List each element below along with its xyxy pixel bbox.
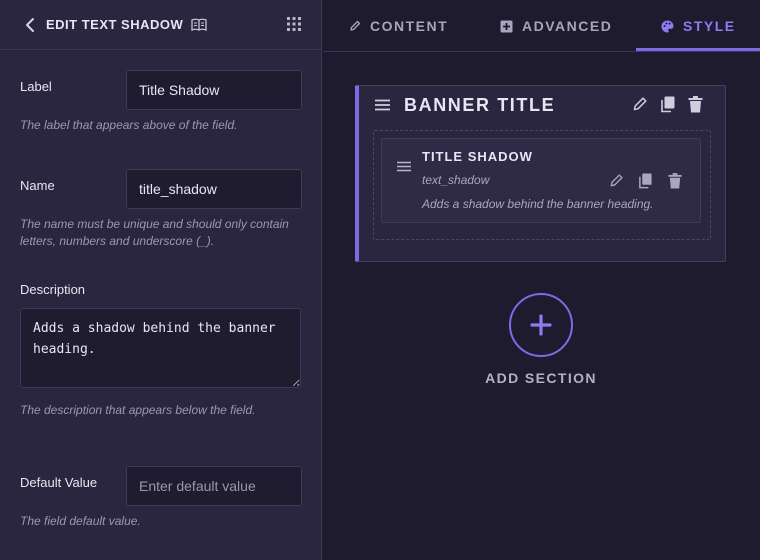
- tab-advanced-label: ADVANCED: [522, 18, 613, 34]
- field-edit-icon[interactable]: [609, 173, 624, 193]
- active-tab-indicator: [636, 48, 760, 51]
- tab-content-label: CONTENT: [370, 18, 449, 34]
- label-help-text: The label that appears above of the fiel…: [20, 118, 238, 132]
- description-field-label: Description: [20, 282, 86, 297]
- name-field-label: Name: [20, 178, 55, 193]
- add-section-label[interactable]: ADD SECTION: [470, 370, 612, 386]
- tab-advanced[interactable]: ADVANCED: [500, 0, 612, 52]
- tab-style-label: STYLE: [683, 18, 736, 34]
- field-trash-icon[interactable]: [668, 173, 682, 194]
- label-input[interactable]: [126, 70, 302, 110]
- field-card-description: Adds a shadow behind the banner heading.: [422, 197, 654, 211]
- description-textarea[interactable]: Adds a shadow behind the banner heading.: [20, 308, 301, 388]
- pencil-icon: [350, 20, 361, 31]
- field-drag-handle-icon[interactable]: [397, 159, 411, 177]
- panel-header: EDIT TEXT SHADOW: [0, 0, 321, 50]
- grid-icon[interactable]: [287, 17, 301, 36]
- tab-style[interactable]: STYLE: [661, 0, 736, 52]
- add-section-button[interactable]: [509, 293, 573, 357]
- chevron-left-icon[interactable]: [20, 15, 40, 35]
- label-field-label: Label: [20, 79, 52, 94]
- book-icon[interactable]: [191, 18, 207, 32]
- field-card-name: text_shadow: [422, 173, 490, 187]
- field-copy-icon[interactable]: [638, 173, 653, 194]
- builder-panel: CONTENT ADVANCED STYLE: [323, 0, 760, 560]
- field-editor-panel: EDIT TEXT SHADOW Label The label that ap…: [0, 0, 322, 560]
- panel-title: EDIT TEXT SHADOW: [46, 17, 184, 32]
- edit-icon[interactable]: [632, 96, 648, 117]
- copy-icon[interactable]: [660, 96, 676, 118]
- description-help-text: The description that appears below the f…: [20, 403, 256, 417]
- name-help-text: The name must be unique and should only …: [20, 217, 289, 248]
- drag-handle-icon[interactable]: [375, 98, 390, 116]
- trash-icon[interactable]: [688, 96, 703, 118]
- default-value-input[interactable]: [126, 466, 302, 506]
- default-value-label: Default Value: [20, 475, 98, 490]
- name-input[interactable]: [126, 169, 302, 209]
- tab-content[interactable]: CONTENT: [349, 0, 448, 52]
- plus-box-icon: [500, 20, 513, 32]
- section-title: BANNER TITLE: [404, 95, 556, 115]
- palette-icon: [661, 19, 674, 32]
- plus-icon: [530, 314, 552, 336]
- field-card-title: TITLE SHADOW: [422, 149, 533, 164]
- tab-bar: CONTENT ADVANCED STYLE: [323, 0, 760, 52]
- default-value-help-text: The field default value.: [20, 514, 141, 528]
